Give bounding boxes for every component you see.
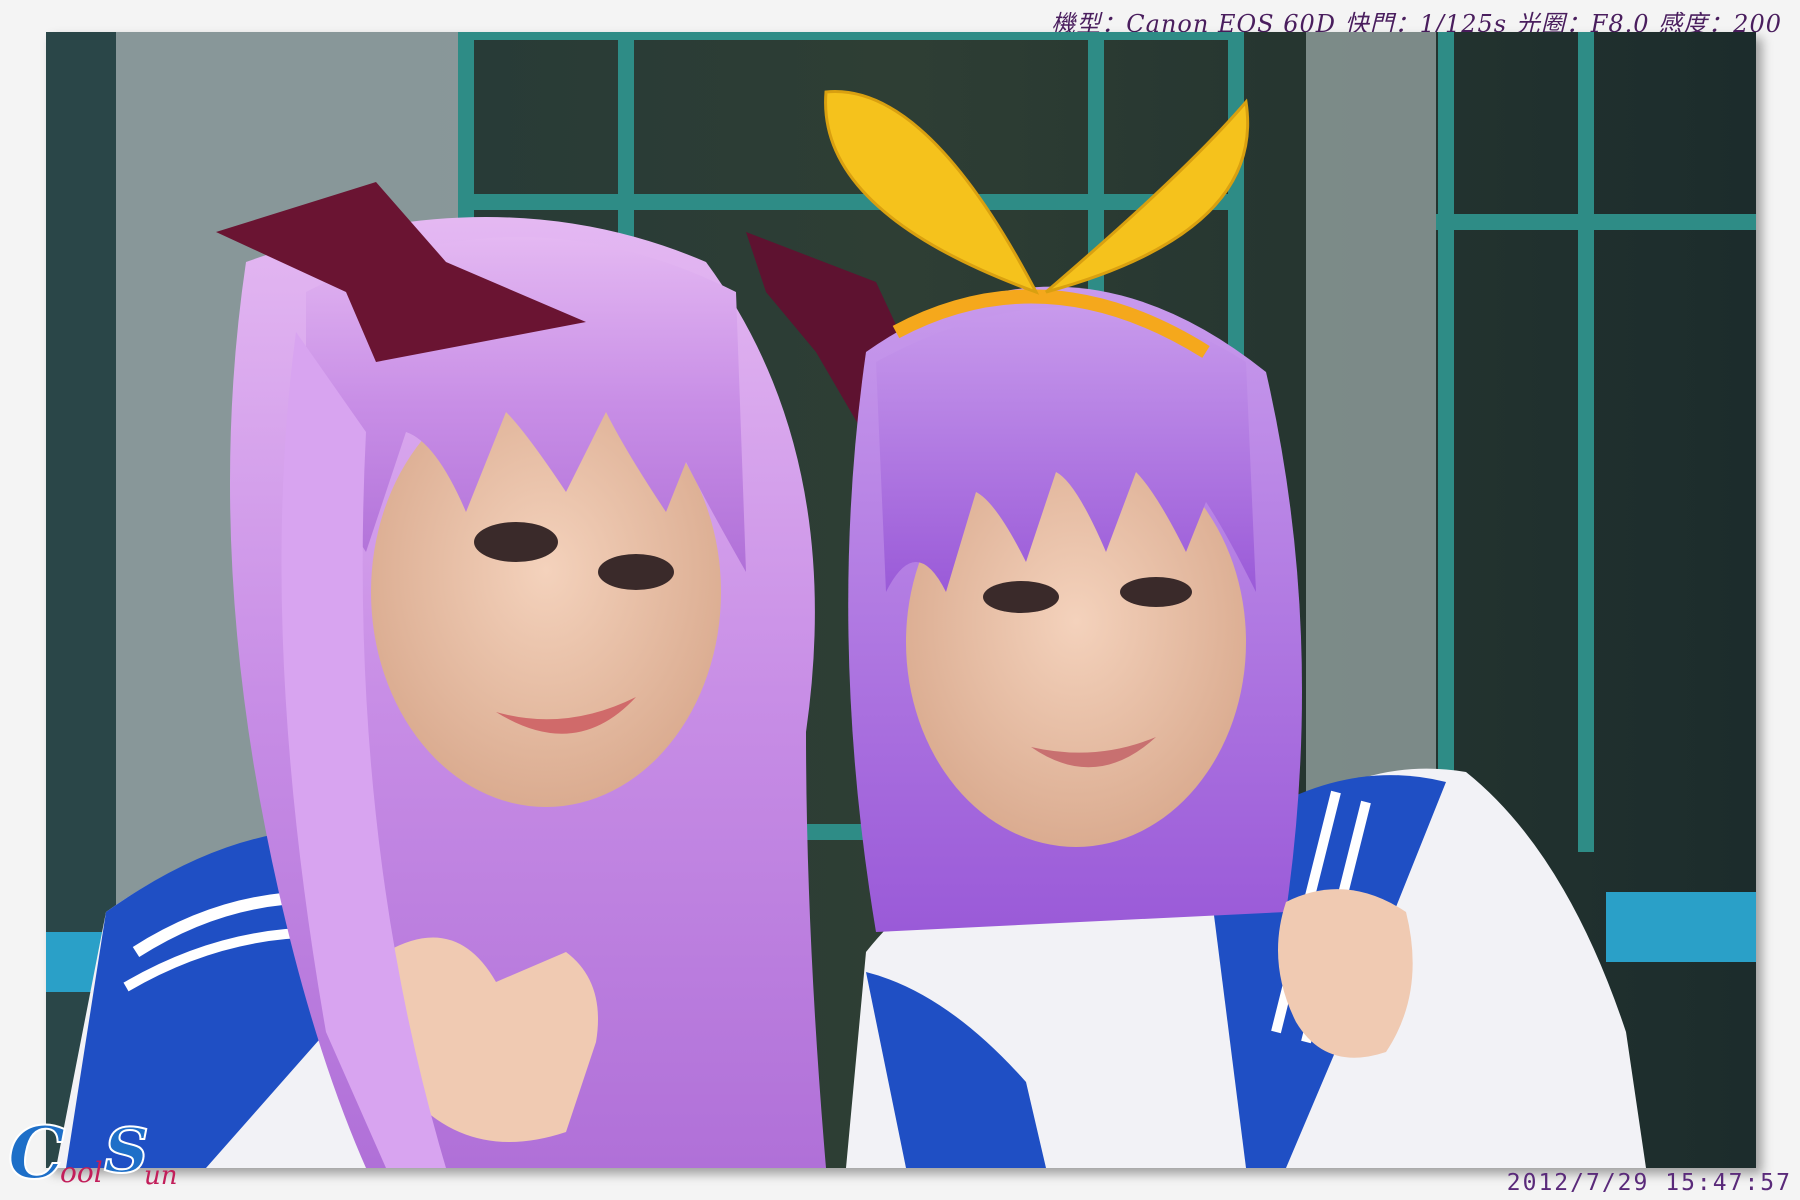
photo: [46, 32, 1756, 1168]
svg-text:S: S: [104, 1114, 149, 1187]
svg-text:un: un: [144, 1161, 178, 1191]
cosplay-photo: [46, 32, 1756, 1168]
coolsun-logo: C ool S un: [7, 1112, 178, 1192]
svg-text:ool: ool: [60, 1156, 103, 1189]
svg-text:C: C: [8, 1112, 65, 1192]
date-stamp: 2012/7/29 15:47:57: [1506, 1170, 1792, 1196]
